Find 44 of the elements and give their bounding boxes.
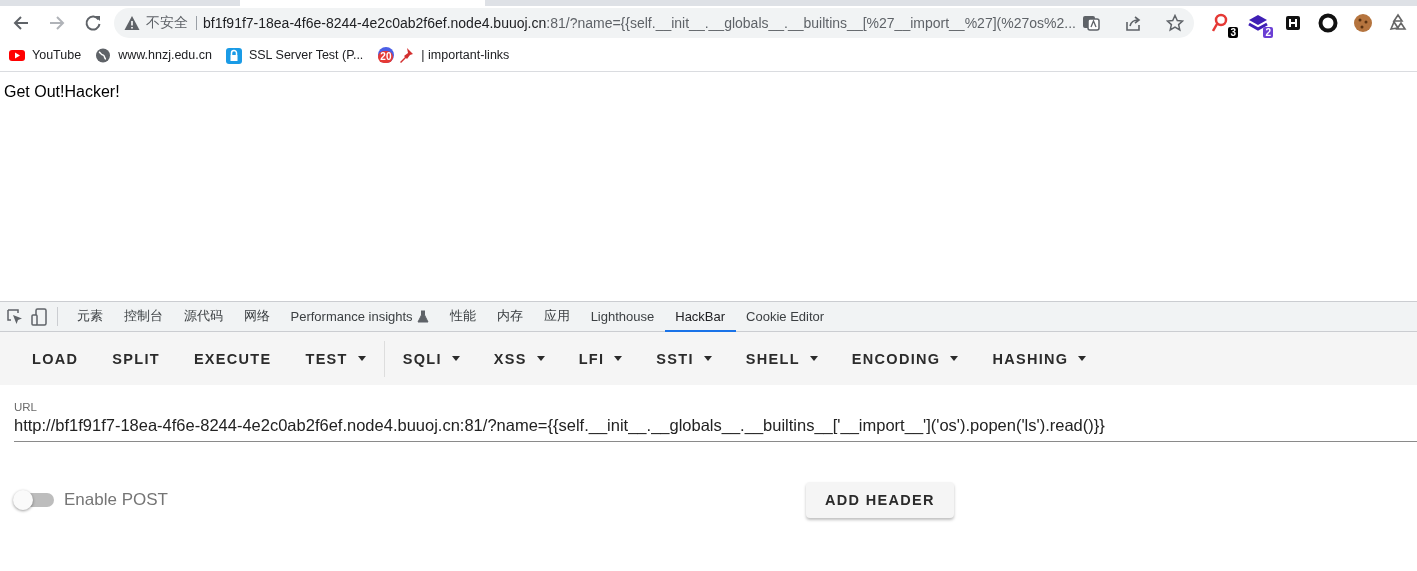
devtools-tab[interactable]: 内存 [486,302,534,332]
inspect-icon[interactable] [6,307,24,326]
toggle-label: Enable POST [64,490,168,510]
devtools-tab[interactable]: 元素 [66,302,113,332]
toolbar-button[interactable]: LOAD [16,342,95,375]
devtools-tab[interactable]: 性能 [439,302,487,332]
devtools-tab[interactable]: 网络 [233,302,280,332]
security-label[interactable]: 不安全 [146,16,197,30]
devtools-tab[interactable]: Lighthouse [580,302,665,332]
bookmark-link[interactable]: | important-links [421,48,510,62]
bookmark-link[interactable]: www.hnzj.edu.cn [118,48,212,62]
toolbar-button[interactable]: SSTI [640,342,728,375]
lock-icon[interactable] [225,46,242,64]
extension-badge: 3 [1228,27,1238,38]
devtools-tab[interactable]: Cookie Editor [735,302,835,332]
ring-extension-icon[interactable] [1317,12,1339,34]
toolbar-button[interactable]: TEST [289,342,382,375]
toolbar-button[interactable]: ENCODING [835,342,975,375]
toggle-switch[interactable] [14,493,54,507]
devtools-tab[interactable]: 应用 [533,302,581,332]
address-text[interactable]: bf1f91f7-18ea-4f6e-8244-4e2c0ab2f6ef.node4.buuoj.cn:81/?name={{self.__init__.__globals__.__builtins__[%27__import__%27](%27os%2... [203,15,1076,31]
page-message: Get Out!Hacker! [4,83,120,100]
cookie-icon[interactable] [1352,12,1374,34]
share-icon[interactable] [1124,14,1142,32]
device-toolbar-icon[interactable] [30,307,48,326]
translate-icon[interactable] [1082,14,1100,32]
devtools-tab[interactable]: 控制台 [113,302,173,332]
devtools-tab[interactable]: Performance insights [280,302,440,332]
add-header-button[interactable]: ADD HEADER [806,482,954,518]
devtools-tab[interactable]: 源代码 [173,302,233,332]
toolbar-button[interactable]: SQLI [386,342,476,375]
warning-icon [124,15,140,31]
toolbar-button[interactable]: SHELL [729,342,834,375]
star-icon[interactable] [1166,14,1184,32]
toolbar-button[interactable]: XSS [477,342,561,375]
toolbar-button[interactable]: LFI [562,342,639,375]
bookmark-link[interactable]: SSL Server Test (P... [248,48,364,62]
toolbar-button[interactable]: EXECUTE [177,342,288,375]
toolbar-button[interactable]: HASHING [976,342,1103,375]
toolbar-button[interactable]: SPLIT [96,342,176,375]
url-field[interactable]: URL http://bf1f91f7-18ea-4f6e-8244-4e2c0ab2f6ef.node4.buuoj.cn:81/?name={{self.__init__.__globals__.__builtins__['__import__']('os').popen('ls').read()}} [14,401,1417,442]
pin-icon[interactable] [398,46,415,64]
extension-badge: 2 [1263,27,1273,38]
bookmark-link[interactable]: YouTube [32,48,82,62]
